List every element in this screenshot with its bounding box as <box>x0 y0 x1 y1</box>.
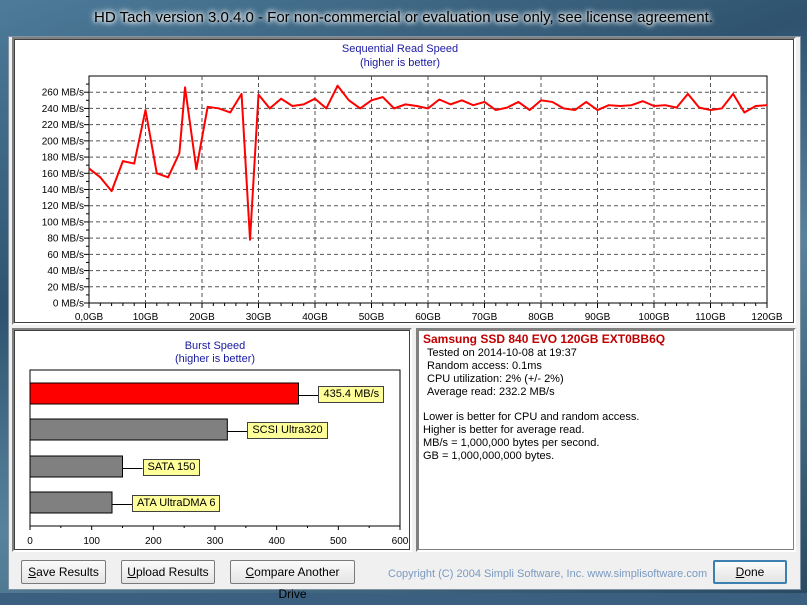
drive-info-panel: Samsung SSD 840 EVO 120GB EXT0BB6Q Teste… <box>416 328 796 552</box>
copyright-text: Copyright (C) 2004 Simpli Software, Inc.… <box>388 568 708 580</box>
burst-bar-label: SCSI Ultra320 <box>247 422 328 439</box>
done-button[interactable]: Done <box>713 560 787 584</box>
note-mbs: MB/s = 1,000,000 bytes per second. <box>423 437 600 449</box>
burst-bar <box>29 418 228 441</box>
note-higher-better: Higher is better for average read. <box>423 424 585 436</box>
drive-name: Samsung SSD 840 EVO 120GB EXT0BB6Q <box>423 332 666 346</box>
note-gb: GB = 1,000,000,000 bytes. <box>423 450 555 462</box>
save-results-button[interactable]: Save Results <box>21 560 106 584</box>
average-read: Average read: 232.2 MB/s <box>427 386 555 398</box>
upload-results-button[interactable]: Upload Results <box>121 560 215 584</box>
burst-bar-label: ATA UltraDMA 6 <box>132 495 221 512</box>
burst-x-tick-label: 200 <box>145 536 162 547</box>
burst-x-tick-label: 0 <box>27 536 33 547</box>
test-date: Tested on 2014-10-08 at 19:37 <box>427 347 577 359</box>
burst-bar <box>29 455 123 478</box>
burst-x-tick-label: 600 <box>392 536 409 547</box>
burst-bar <box>29 382 299 405</box>
random-access: Random access: 0.1ms <box>427 360 542 372</box>
burst-bar <box>29 491 113 514</box>
compare-another-drive-button[interactable]: Compare Another Drive <box>230 560 355 601</box>
burst-bar-label: 435.4 MB/s <box>318 386 385 403</box>
cpu-utilization: CPU utilization: 2% (+/- 2%) <box>427 373 564 385</box>
burst-x-tick-label: 400 <box>268 536 285 547</box>
burst-x-tick-label: 300 <box>207 536 224 547</box>
burst-x-tick-label: 100 <box>83 536 100 547</box>
burst-bar-label: SATA 150 <box>142 459 201 476</box>
burst-x-tick-label: 500 <box>330 536 347 547</box>
note-lower-better: Lower is better for CPU and random acces… <box>423 411 640 423</box>
